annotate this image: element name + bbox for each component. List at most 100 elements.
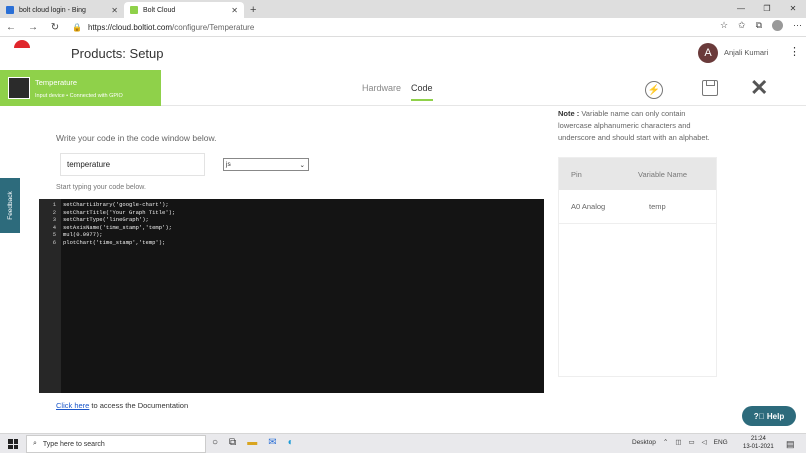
app-header: Products: Setup A Anjali Kumari ⋮ <box>0 37 806 70</box>
minimize-icon[interactable]: — <box>728 0 754 16</box>
device-card: Temperature Input device • Connected wit… <box>0 70 161 106</box>
battery-icon[interactable]: ▭ <box>688 438 694 446</box>
browser-tab-boltcloud[interactable]: Bolt Cloud ✕ <box>124 2 244 18</box>
table-header: Pin Variable Name <box>559 158 716 190</box>
chevron-down-icon: ⌄ <box>299 161 305 169</box>
table-row: A0 Analog temp <box>559 190 716 224</box>
close-window-icon[interactable]: ✕ <box>780 0 806 16</box>
line-number: 6 <box>52 238 56 246</box>
mail-icon[interactable]: ✉ <box>268 437 276 448</box>
cortana-icon[interactable]: ○ <box>212 437 218 448</box>
clock-time: 21:24 <box>750 436 766 442</box>
new-tab-button[interactable]: + <box>244 2 262 18</box>
deploy-bolt-icon[interactable]: ⚡ <box>645 81 663 99</box>
documentation-link[interactable]: Click here <box>56 401 89 410</box>
page-title: Products: Setup <box>71 46 164 61</box>
documentation-line: Click here to access the Documentation <box>56 401 188 410</box>
line-number: 5 <box>52 231 56 238</box>
chevron-up-icon[interactable]: ⌃ <box>663 438 668 446</box>
line-number: 2 <box>52 208 56 216</box>
code-line: setChartTitle('Your Graph Title'); <box>63 208 176 216</box>
language-value: js <box>226 161 231 168</box>
notification-icon[interactable]: ▤ <box>786 439 795 450</box>
device-bar: Temperature Input device • Connected wit… <box>0 70 806 106</box>
back-arrow-icon[interactable]: ← <box>0 22 22 33</box>
url-field[interactable]: https://cloud.boltiot.com/configure/Temp… <box>88 23 254 32</box>
kebab-menu-icon[interactable]: ⋮ <box>789 45 800 58</box>
device-subtitle: Input device • Connected with GPIO <box>35 93 123 99</box>
refresh-icon[interactable]: ↻ <box>44 22 66 33</box>
line-number: 4 <box>52 223 56 231</box>
collections-icon[interactable]: ⧉ <box>756 20 762 31</box>
volume-icon[interactable]: ◁ <box>702 438 707 446</box>
bolt-favicon-icon <box>130 6 138 14</box>
taskbar-search[interactable]: ⌕ Type here to search <box>26 435 206 453</box>
save-icon[interactable] <box>702 80 718 96</box>
feedback-label: Feedback <box>6 191 14 220</box>
close-icon[interactable]: ✕ <box>750 75 768 101</box>
setup-tabs: Hardware Code <box>362 83 433 101</box>
note-label: Note : <box>558 109 580 118</box>
close-tab-icon[interactable]: ✕ <box>231 6 238 15</box>
bolt-logo-icon[interactable] <box>14 40 30 48</box>
device-thumbnail-icon <box>8 77 30 99</box>
line-number: 3 <box>52 216 56 223</box>
address-bar: ← → ↻ 🔒 https://cloud.boltiot.com/config… <box>0 18 806 37</box>
code-line: setAxisName('time_stamp','temp'); <box>63 223 172 231</box>
search-icon: ⌕ <box>33 440 37 447</box>
star-icon[interactable]: ☆ <box>720 20 728 31</box>
code-line: setChartType('lineGraph'); <box>63 216 149 223</box>
variable-table: Pin Variable Name A0 Analog temp <box>558 157 717 377</box>
language-select[interactable]: js ⌄ <box>223 158 309 171</box>
variable-name-input[interactable] <box>60 153 205 176</box>
task-view-icon[interactable]: ⧉ <box>229 437 236 448</box>
desktop-label[interactable]: Desktop <box>632 439 656 446</box>
code-line: setChartLibrary('google-chart'); <box>63 201 169 208</box>
url-path: /configure/Temperature <box>172 22 255 32</box>
header-pin: Pin <box>571 169 582 179</box>
more-icon[interactable]: ⋯ <box>793 20 802 31</box>
language-indicator[interactable]: ENG <box>714 439 728 446</box>
cell-pin: A0 Analog <box>571 202 606 211</box>
edge-icon[interactable]: ◐ <box>288 437 294 448</box>
note-text: Variable name can only contain lowercase… <box>558 109 710 142</box>
clock-date: 13-01-2021 <box>743 444 774 450</box>
window-controls: — ❐ ✕ <box>728 0 806 16</box>
variable-note: Note : Variable name can only contain lo… <box>558 108 716 144</box>
help-icon: ?⃝ <box>753 411 765 421</box>
help-label: Help <box>766 411 785 421</box>
user-name[interactable]: Anjali Kumari <box>724 48 768 57</box>
maximize-icon[interactable]: ❐ <box>754 0 780 16</box>
taskbar-clock[interactable]: 21:24 13-01-2021 <box>743 435 774 451</box>
system-tray: Desktop ⌃ ◫ ▭ ◁ ENG <box>632 438 728 447</box>
lock-icon: 🔒 <box>72 22 82 32</box>
close-tab-icon[interactable]: ✕ <box>111 6 118 15</box>
network-icon[interactable]: ◫ <box>675 438 681 446</box>
tab-code[interactable]: Code <box>411 83 433 101</box>
forward-arrow-icon[interactable]: → <box>22 22 44 33</box>
code-editor[interactable]: 1 2 3 4 5 6 setChartLibrary('google-char… <box>39 199 544 393</box>
browser-tab-bing[interactable]: bolt cloud login - Bing ✕ <box>0 2 124 18</box>
favorites-icon[interactable]: ✩ <box>738 20 746 31</box>
bing-favicon-icon <box>6 6 14 14</box>
line-number: 1 <box>52 201 56 208</box>
help-button[interactable]: ?⃝ Help <box>742 406 796 426</box>
windows-taskbar: ⌕ Type here to search ○ ⧉ ▬ ✉ ◐ Desktop … <box>0 433 806 453</box>
file-explorer-icon[interactable]: ▬ <box>247 437 257 448</box>
search-placeholder: Type here to search <box>42 440 105 448</box>
windows-start-icon[interactable] <box>8 439 18 449</box>
url-host: https://cloud.boltiot.com <box>87 22 173 32</box>
code-line: mul(0.0977); <box>63 231 103 238</box>
feedback-tab[interactable]: Feedback <box>0 178 20 233</box>
user-avatar[interactable]: A <box>698 43 718 63</box>
device-name: Temperature <box>35 78 78 87</box>
start-hint: Start typing your code below. <box>56 184 146 191</box>
browser-tab-bar: bolt cloud login - Bing ✕ Bolt Cloud ✕ +… <box>0 0 806 18</box>
profile-avatar-icon[interactable] <box>772 20 783 31</box>
tab-title: Bolt Cloud <box>143 6 176 14</box>
header-variable-name: Variable Name <box>638 169 688 179</box>
documentation-suffix: to access the Documentation <box>89 401 189 410</box>
code-instruction: Write your code in the code window below… <box>56 133 217 143</box>
tab-hardware[interactable]: Hardware <box>362 83 401 101</box>
browser-toolbar: ☆ ✩ ⧉ ⋯ <box>720 20 802 31</box>
